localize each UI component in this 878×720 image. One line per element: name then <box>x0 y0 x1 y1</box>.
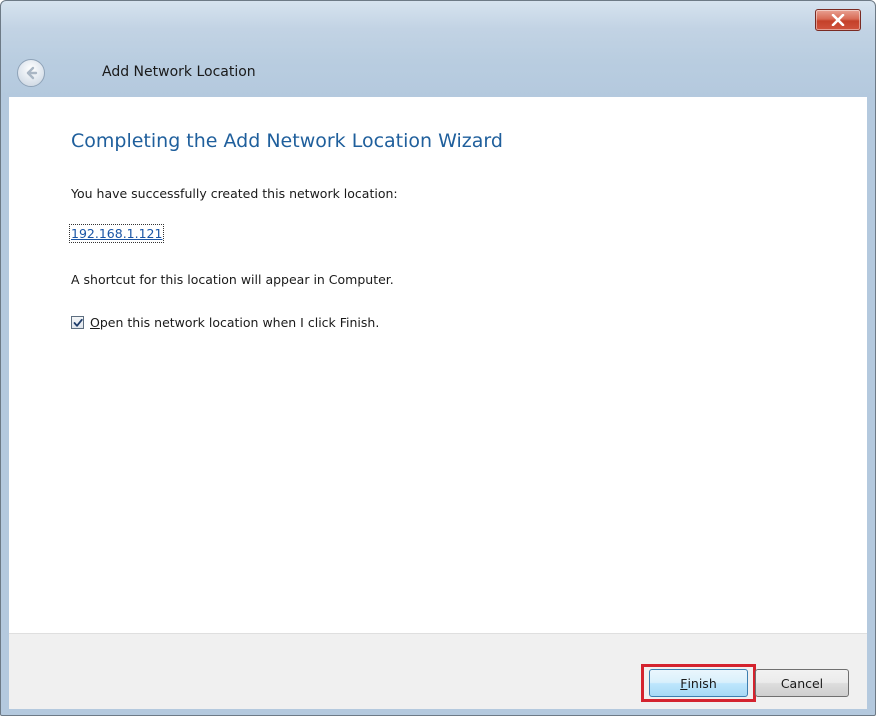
finish-label: inish <box>687 675 717 691</box>
back-button[interactable] <box>17 59 45 87</box>
open-location-access-key: O <box>90 315 100 330</box>
title-bar: Add Network Location <box>1 1 875 97</box>
button-bar: Finish Cancel <box>9 633 867 709</box>
finish-highlight: Finish <box>641 664 756 702</box>
finish-button[interactable]: Finish <box>649 669 748 697</box>
close-button[interactable] <box>815 9 861 31</box>
cancel-button[interactable]: Cancel <box>755 669 849 697</box>
open-location-label-text: pen this network location when I click F… <box>99 315 380 330</box>
wizard-window: Add Network Location Completing the Add … <box>0 0 876 716</box>
page-title: Completing the Add Network Location Wiza… <box>71 130 503 152</box>
finish-access-key: F <box>680 675 688 691</box>
back-arrow-icon <box>26 66 38 80</box>
network-location-link[interactable]: 192.168.1.121 <box>68 224 165 243</box>
open-location-checkbox[interactable] <box>71 316 84 329</box>
open-location-option[interactable]: Open this network location when I click … <box>71 315 379 330</box>
window-title: Add Network Location <box>102 64 256 80</box>
wizard-content: Completing the Add Network Location Wiza… <box>9 97 867 633</box>
checkmark-icon <box>73 318 83 327</box>
shortcut-message: A shortcut for this location will appear… <box>71 272 394 287</box>
success-message: You have successfully created this netwo… <box>71 186 398 201</box>
open-location-label[interactable]: Open this network location when I click … <box>90 315 379 330</box>
close-icon <box>831 14 845 26</box>
